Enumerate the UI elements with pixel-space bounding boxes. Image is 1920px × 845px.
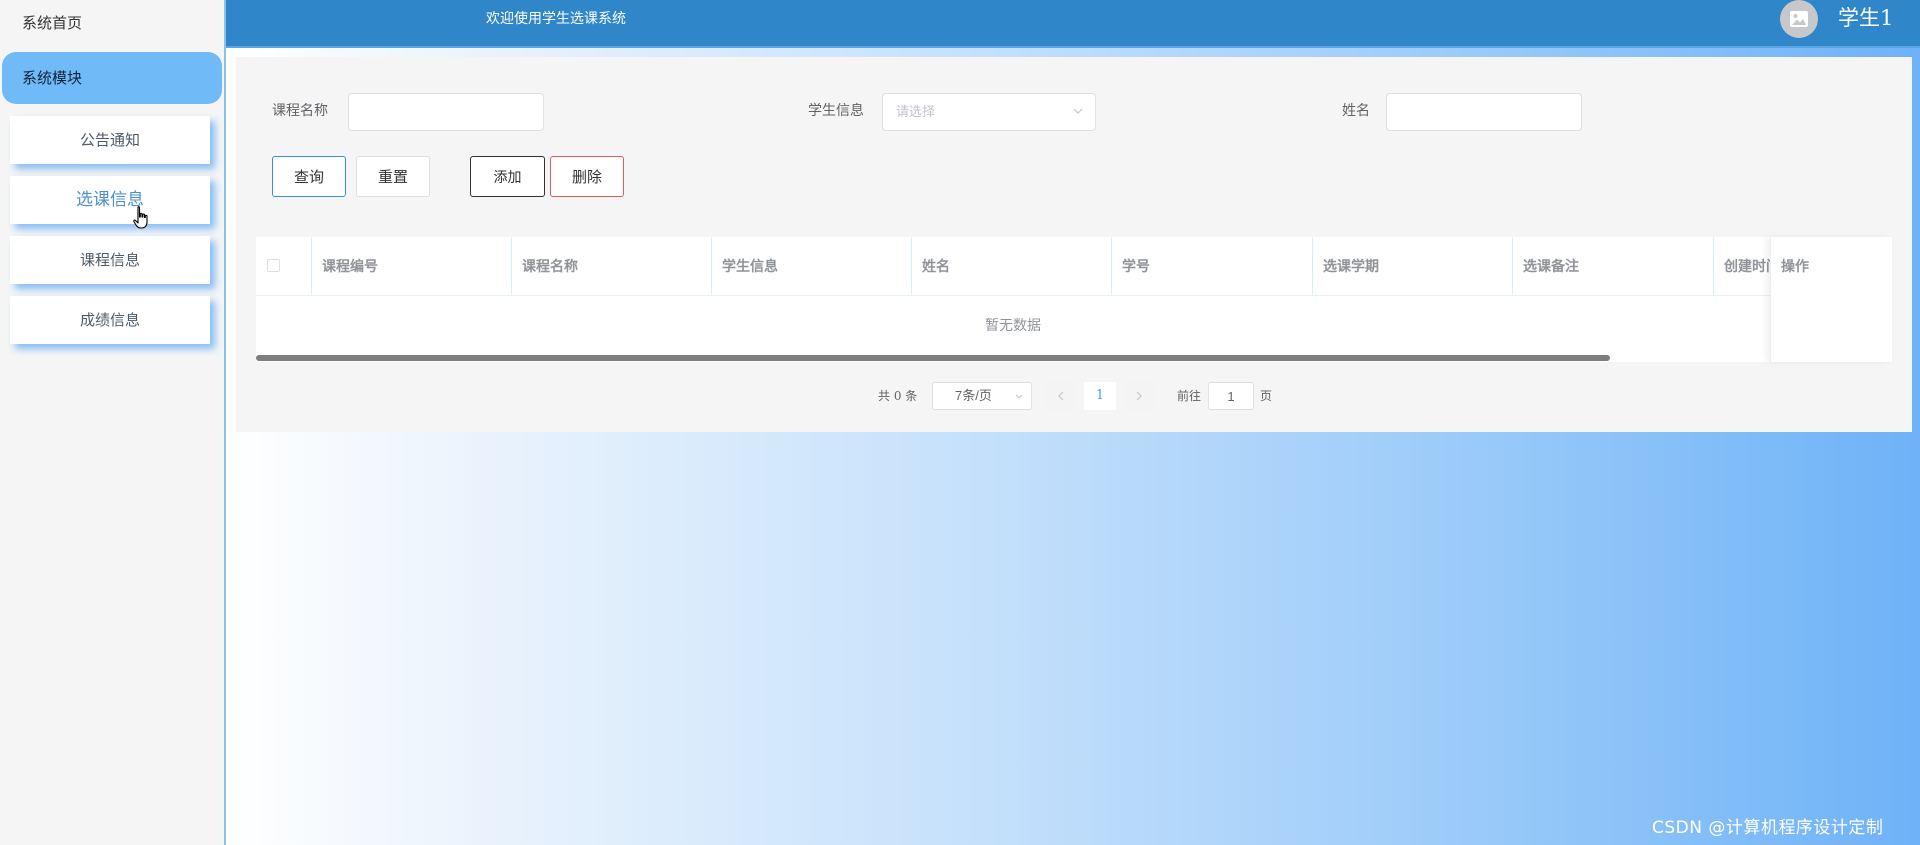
goto-label: 前往 [1177,389,1202,403]
column-header-student-number[interactable]: 学号 [1112,237,1313,295]
sidebar: 系统首页 系统模块 公告通知 选课信息 课程信息 成绩信息 [0,0,226,845]
chevron-down-icon [1015,394,1023,399]
horizontal-scrollbar[interactable] [256,355,1610,361]
image-icon [1790,11,1808,27]
username[interactable]: 学生1 [1838,0,1893,36]
page-size-value: 7条/页 [955,388,992,403]
pagination-total: 共 0 条 [878,389,918,403]
name-input[interactable] [1386,93,1582,131]
watermark: CSDN @计算机程序设计定制 [1652,818,1884,838]
fixed-operation-column: 操作 [1770,237,1892,362]
select-all-cell [256,237,312,295]
course-name-input[interactable] [348,93,544,131]
page-size-select[interactable]: 7条/页 [932,382,1032,410]
sidebar-item-announcements[interactable]: 公告通知 [10,116,210,164]
hand-cursor-icon [133,206,148,229]
sidebar-item-grades[interactable]: 成绩信息 [10,296,210,344]
add-button[interactable]: 添加 [470,156,545,197]
page-unit-label: 页 [1260,389,1273,403]
column-header-created-time[interactable]: 创建时间 [1714,237,1770,295]
column-header-semester[interactable]: 选课学期 [1313,237,1513,295]
page-number-current[interactable]: 1 [1084,382,1116,410]
reset-button[interactable]: 重置 [356,156,430,197]
welcome-title: 欢迎使用学生选课系统 [486,11,626,27]
column-header-name[interactable]: 姓名 [912,237,1112,295]
table-header: 课程编号 课程名称 学生信息 姓名 学号 选课学期 选课备注 创建时间 [256,237,1891,296]
avatar[interactable] [1780,0,1818,38]
sidebar-home-link[interactable]: 系统首页 [0,0,224,46]
chevron-right-icon [1136,391,1142,401]
column-header-course-id[interactable]: 课程编号 [312,237,512,295]
goto-page-input[interactable] [1208,382,1254,410]
sidebar-item-course-selection[interactable]: 选课信息 [10,176,210,224]
column-header-operation: 操作 [1781,258,1809,274]
column-header-remark[interactable]: 选课备注 [1513,237,1714,295]
student-info-placeholder: 请选择 [896,104,936,119]
top-header: 欢迎使用学生选课系统 学生1 [226,0,1920,48]
column-header-course-name[interactable]: 课程名称 [512,237,712,295]
table-empty-text: 暂无数据 [985,317,1041,333]
student-info-select[interactable]: 请选择 [882,93,1096,131]
column-header-student-info[interactable]: 学生信息 [712,237,912,295]
next-page-button[interactable] [1124,382,1154,410]
select-all-checkbox[interactable] [267,259,280,272]
student-info-label: 学生信息 [808,103,864,119]
sidebar-system-module[interactable]: 系统模块 [2,52,222,104]
chevron-left-icon [1058,391,1064,401]
delete-button[interactable]: 删除 [550,156,624,197]
sidebar-item-course-info[interactable]: 课程信息 [10,236,210,284]
name-label: 姓名 [1342,103,1370,119]
prev-page-button[interactable] [1046,382,1076,410]
course-name-label: 课程名称 [272,103,328,119]
course-selection-table: 课程编号 课程名称 学生信息 姓名 学号 选课学期 选课备注 创建时间 暂无数据… [256,237,1892,362]
chevron-down-icon [1073,108,1083,114]
query-button[interactable]: 查询 [272,156,346,197]
